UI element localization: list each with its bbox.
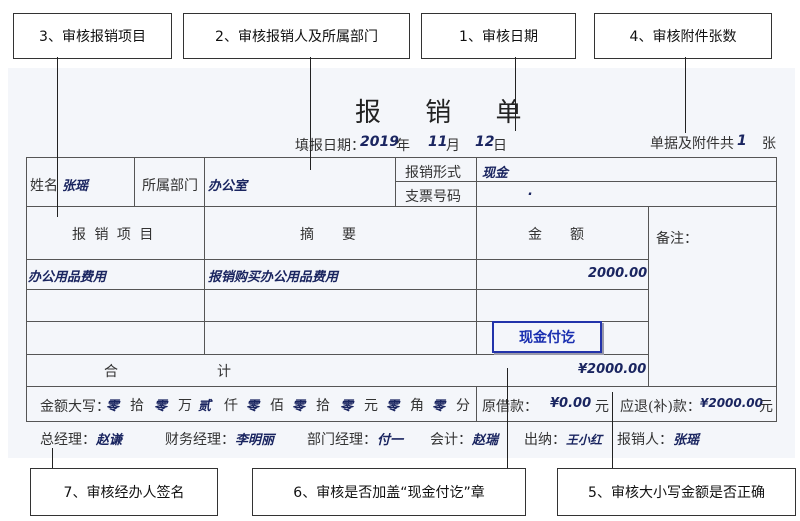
callout-6-stamp-check: 6、审核是否加盖“现金付讫”章 [252, 468, 526, 516]
remarks-label: 备注： [656, 231, 698, 247]
callout-1-date: 1、审核日期 [421, 13, 576, 59]
capital-unit: 拾 [130, 398, 144, 414]
sig-label: 会计： [430, 432, 472, 448]
row-1-item: 办公用品费用 [28, 270, 107, 285]
refund-unit: 元 [759, 399, 773, 415]
capital-unit: 佰 [270, 398, 284, 414]
sig-accountant: 会计：赵瑞 [430, 429, 498, 449]
original-loan-value: ¥0.00 [550, 396, 592, 411]
refund-label: 应退(补)款： [620, 399, 701, 415]
capital-label: 金额大写： [40, 399, 110, 415]
date-year: 2019 [360, 134, 399, 150]
callout-2-claimant-dept: 2、审核报销人及所属部门 [183, 13, 410, 59]
attach-unit: 张 [762, 136, 776, 152]
date-month-unit: 月 [446, 138, 460, 154]
capital-unit: 角 [410, 398, 424, 414]
col-amount-header: 金 额 [528, 227, 584, 243]
check-no-label: 支票号码 [405, 189, 461, 205]
capital-digit: 贰 [198, 399, 212, 414]
capital-digit: 零 [106, 399, 120, 414]
capital-digit: 零 [292, 399, 306, 414]
sig-finance-manager: 财务经理：李明丽 [165, 429, 274, 449]
attach-count: 1 [737, 133, 747, 149]
name-value: 张瑶 [62, 179, 89, 194]
name-label: 姓名 [30, 178, 58, 194]
dept-label: 所属部门 [142, 178, 198, 194]
capital-digit: 零 [432, 399, 446, 414]
date-label: 填报日期： [295, 138, 365, 154]
reimb-type-value: 现金 [482, 166, 509, 181]
form-title: 报 销 单 [355, 98, 540, 128]
callout-5-amount-check: 5、审核大小写金额是否正确 [557, 468, 796, 516]
date-month: 11 [428, 134, 448, 150]
sig-name: 赵谦 [96, 433, 123, 448]
row-1-summary: 报销购买办公用品费用 [208, 270, 339, 285]
capital-unit: 元 [364, 398, 378, 414]
total-value: ¥2000.00 [578, 362, 647, 377]
original-loan-label: 原借款： [482, 399, 538, 415]
date-day: 12 [475, 134, 495, 150]
capital-unit: 万 [178, 398, 192, 414]
capital-digit: 零 [154, 399, 168, 414]
row-1-amount: 2000.00 [588, 266, 648, 281]
sig-name: 付一 [377, 433, 404, 448]
attach-label: 单据及附件共 [650, 136, 734, 152]
total-label-1: 合 [104, 364, 118, 380]
sig-name: 王小红 [566, 433, 603, 447]
date-day-unit: 日 [493, 138, 507, 154]
sig-name: 张瑶 [673, 433, 700, 448]
sig-claimant: 报销人：张瑶 [617, 429, 699, 449]
sig-cashier: 出纳：王小红 [524, 429, 602, 449]
sig-label: 出纳： [524, 432, 566, 448]
original-loan-unit: 元 [595, 399, 609, 415]
callout-4-attachments: 4、审核附件张数 [594, 13, 772, 59]
reimb-type-label: 报销形式 [405, 165, 461, 181]
sig-name: 李明丽 [235, 433, 275, 448]
check-no-value: . [528, 184, 533, 199]
sig-general-manager: 总经理：赵谦 [40, 429, 122, 449]
capital-amount: 零 拾 零 万 贰 仟 零 佰 零 拾 零 元 零 角 零 分 [106, 395, 478, 415]
capital-unit: 分 [456, 398, 470, 414]
refund-value: ¥2000.00 [700, 396, 764, 410]
sig-label: 报销人： [617, 432, 673, 448]
callout-3-item: 3、审核报销项目 [13, 13, 172, 59]
total-label-2: 计 [217, 364, 231, 380]
date-year-unit: 年 [396, 138, 410, 154]
capital-digit: 零 [246, 399, 260, 414]
col-summary-header: 摘 要 [300, 227, 356, 243]
col-item-header: 报 销 项 目 [72, 227, 156, 243]
dept-value: 办公室 [208, 179, 248, 194]
sig-dept-manager: 部门经理：付一 [307, 429, 403, 449]
capital-digit: 零 [340, 399, 354, 414]
capital-digit: 零 [386, 399, 400, 414]
callout-7-signature: 7、审核经办人签名 [30, 468, 218, 516]
sig-name: 赵瑞 [472, 433, 499, 448]
capital-unit: 仟 [224, 398, 238, 414]
capital-unit: 拾 [316, 398, 330, 414]
sig-label: 财务经理： [165, 432, 235, 448]
cash-paid-stamp: 现金付讫 [492, 321, 602, 353]
sig-label: 部门经理： [307, 432, 377, 448]
sig-label: 总经理： [40, 432, 96, 448]
